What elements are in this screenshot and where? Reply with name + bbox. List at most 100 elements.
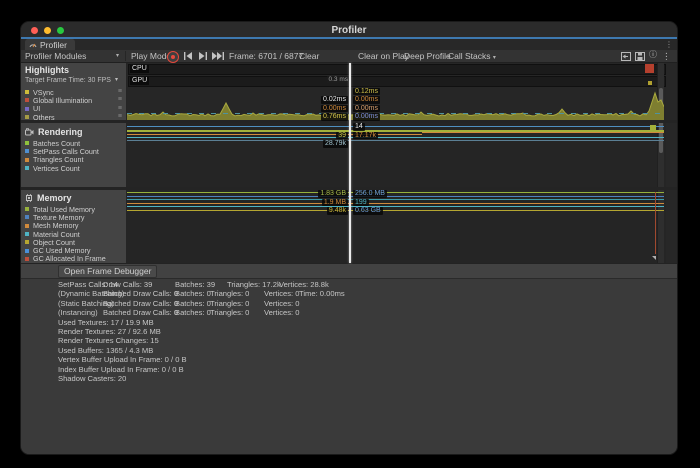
gpu-row-label: GPU	[130, 77, 149, 85]
legend-drag-handle-icon[interactable]: ≡	[118, 88, 122, 96]
legend-color-swatch	[25, 141, 29, 145]
tab-menu-kebab-icon[interactable]: ⋮	[665, 39, 673, 50]
legend-label: Global Illumination	[33, 96, 92, 105]
stats-cell: Batches: 0	[175, 289, 211, 298]
save-profile-icon[interactable]	[635, 52, 645, 61]
stats-cell: Triangles: 17.2k	[227, 280, 281, 289]
stats-cell: (Instancing)	[58, 308, 98, 317]
highlights-chart[interactable]: CPU GPU 0.3 ms	[127, 63, 666, 120]
chart-area[interactable]: CPU GPU 0.3 ms	[127, 63, 666, 263]
legend-color-swatch	[25, 166, 29, 170]
stats-row: (Instancing)Batched Draw Calls: 0Batches…	[58, 308, 398, 317]
stats-line: Shadow Casters: 20	[58, 374, 398, 383]
record-button[interactable]	[167, 51, 179, 63]
gpu-activity-marker	[648, 81, 652, 85]
legend-drag-handle-icon[interactable]: ≡	[118, 96, 122, 104]
chart-value-label: 0.12ms	[353, 88, 380, 96]
stats-cell: Batched Draw Calls: 0	[103, 289, 178, 298]
chart-value-label: 1.9 MB	[322, 199, 348, 207]
next-frame-icon[interactable]	[198, 52, 207, 60]
chart-value-label: 0.00ms	[353, 96, 380, 104]
stats-line: Vertex Buffer Upload In Frame: 0 / 0 B	[58, 355, 398, 364]
legend-color-swatch	[25, 115, 29, 119]
legend-color-swatch	[25, 107, 29, 111]
legend-color-swatch	[25, 240, 29, 244]
setpass-calls-line	[127, 126, 664, 127]
chart-value-label: 0.00ms	[321, 105, 348, 113]
chart-value-label: 0.00ms	[353, 105, 380, 113]
highlights-values-right: 0.12ms0.00ms0.00ms0.00ms	[353, 88, 380, 121]
memory-legend: Total Used MemoryTexture MemoryMesh Memo…	[25, 205, 124, 263]
chart-value-label: 0.76ms	[321, 113, 348, 121]
legend-color-swatch	[25, 158, 29, 162]
gpu-timeline-bar[interactable]	[128, 76, 666, 87]
stats-cell: Batched Draw Calls: 0	[103, 299, 178, 308]
frame-counter: Frame: 6701 / 6877	[229, 50, 303, 62]
triangles-count-line	[422, 132, 664, 133]
chart-value-label: 0.63 GB	[353, 207, 383, 215]
stats-row: (Static Batching)Batched Draw Calls: 0Ba…	[58, 299, 398, 308]
legend-drag-handle-icon[interactable]: ≡	[118, 105, 122, 113]
chart-value-label: 0.00ms	[353, 113, 380, 121]
profiler-main-area: Highlights Target Frame Time: 30 FPS ▾ V…	[21, 63, 677, 263]
stats-line: Used Textures: 17 / 19.9 MB	[58, 318, 398, 327]
frame-details-panel: Open Frame Debugger SetPass Calls: 14Dra…	[21, 263, 677, 454]
current-frame-icon[interactable]	[212, 52, 224, 60]
memory-values-left: 1.83 GB1.9 MB9.48k	[318, 190, 348, 215]
legend-color-swatch	[25, 149, 29, 153]
chart-value-label: 0.02ms	[321, 96, 348, 104]
tab-label: Profiler	[40, 40, 67, 50]
mesh-memory-line	[127, 203, 664, 204]
stats-cell: Batches: 0	[175, 299, 211, 308]
legend-item-gc-allocated-in-frame[interactable]: GC Allocated In Frame	[25, 255, 124, 263]
toolbar-kebab-icon[interactable]: ⋮	[662, 50, 671, 62]
title-bar: Profiler	[21, 22, 677, 39]
deep-profile-toggle[interactable]: Deep Profile	[404, 50, 451, 62]
record-dot-icon	[171, 55, 175, 59]
call-stacks-dropdown[interactable]: Call Stacks ▾	[448, 50, 496, 64]
tab-profiler[interactable]: Profiler	[25, 39, 75, 50]
rendering-statistics: SetPass Calls: 14Draw Calls: 39Batches: …	[58, 280, 398, 383]
legend-label: Vertices Count	[33, 164, 80, 173]
screenshot-root: Profiler Profiler ⋮ Profiler Modules ▾ P…	[0, 0, 700, 468]
splitter-grip-icon[interactable]	[652, 256, 656, 260]
rendering-module-header[interactable]: Rendering	[25, 127, 83, 137]
memory-module-title: Memory	[37, 193, 72, 203]
legend-color-swatch	[25, 232, 29, 236]
chart-value-label: 9.48k	[327, 207, 348, 215]
target-frame-time-dropdown[interactable]: Target Frame Time: 30 FPS	[25, 77, 111, 84]
stats-line: Index Buffer Upload In Frame: 0 / 0 B	[58, 365, 398, 374]
cpu-timeline-bar[interactable]	[128, 64, 666, 75]
memory-chart[interactable]	[127, 190, 666, 263]
chart-value-label: 256.0 MB	[353, 190, 387, 198]
legend-color-swatch	[25, 207, 29, 211]
help-icon[interactable]: ⓘ	[649, 49, 657, 61]
legend-color-swatch	[25, 257, 29, 261]
material-count-line	[127, 199, 664, 200]
clear-on-play-toggle[interactable]: Clear on Play	[358, 50, 409, 62]
module-sidebar: Highlights Target Frame Time: 30 FPS ▾ V…	[21, 63, 127, 263]
memory-values-right: 256.0 MB1990.63 GB	[353, 190, 387, 215]
previous-frame-icon[interactable]	[184, 52, 193, 60]
load-profile-icon[interactable]	[621, 52, 631, 61]
clear-button[interactable]: Clear	[299, 50, 319, 62]
rendering-camera-icon	[25, 128, 34, 136]
memory-chip-icon	[25, 194, 33, 202]
grid-line-label: 0.3 ms	[327, 76, 349, 83]
highlights-module-title[interactable]: Highlights	[25, 65, 69, 75]
open-frame-debugger-button[interactable]: Open Frame Debugger	[58, 265, 157, 278]
cpu-usage-waveform	[127, 89, 664, 120]
legend-color-swatch	[25, 215, 29, 219]
profiler-modules-dropdown[interactable]: Profiler Modules	[25, 50, 86, 62]
profiler-gauge-icon	[29, 41, 37, 49]
legend-color-swatch	[25, 224, 29, 228]
memory-module-header[interactable]: Memory	[25, 193, 72, 203]
legend-color-swatch	[25, 98, 29, 102]
target-frame-time-arrow-icon[interactable]: ▾	[115, 76, 118, 83]
legend-item-vertices-count[interactable]: Vertices Count	[25, 164, 124, 172]
selected-frame-playhead[interactable]	[349, 63, 351, 263]
chart-value-label: 199	[353, 199, 369, 207]
profiler-modules-dropdown-arrow[interactable]: ▾	[116, 50, 119, 62]
chart-value-label: 39	[336, 132, 348, 140]
memory-edge-drop-line	[655, 192, 656, 254]
